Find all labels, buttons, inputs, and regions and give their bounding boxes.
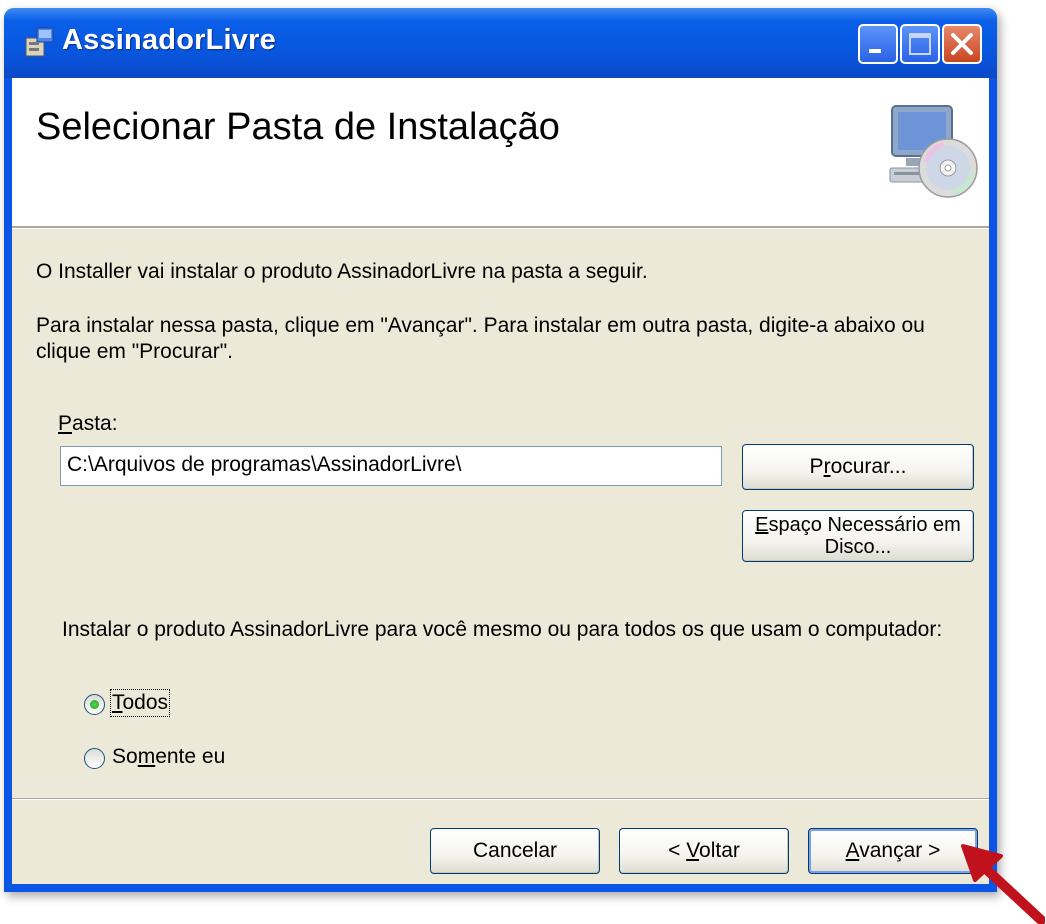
footer-separator <box>12 798 989 800</box>
dialog-client-area: Selecionar Pasta de Instalação O Install… <box>12 78 989 884</box>
red-arrow-pointer <box>961 844 1045 924</box>
disk-space-button[interactable]: Espaço Necessário em Disco... <box>742 510 974 562</box>
back-label-accel: V <box>686 839 700 862</box>
minimize-button[interactable] <box>858 24 898 64</box>
back-label-rest: oltar <box>699 839 740 862</box>
browse-label-post: ocurar... <box>830 455 907 478</box>
browse-label-accel: r <box>823 455 831 478</box>
next-label-rest: vançar > <box>859 839 941 862</box>
back-label-pre: < <box>668 839 687 862</box>
intro-text: O Installer vai instalar o produto Assin… <box>36 260 648 283</box>
disk-space-label-accel: E <box>755 514 769 536</box>
page-title: Selecionar Pasta de Instalação <box>36 106 560 148</box>
instructions-line-1: Para instalar nessa pasta, clique em "Av… <box>36 314 925 337</box>
radio-todos-accel: T <box>112 691 123 714</box>
radio-somente-eu-label[interactable]: Somente eu <box>112 745 225 769</box>
minimize-icon <box>869 49 881 53</box>
folder-label-accel: P <box>58 412 73 435</box>
title-bar[interactable]: AssinadorLivre <box>4 8 997 78</box>
radio-somente-eu[interactable] <box>84 748 105 769</box>
installer-window: AssinadorLivre Selecionar Pasta de Insta… <box>4 8 997 892</box>
radio-todos[interactable] <box>84 694 105 715</box>
back-button[interactable]: < Voltar <box>619 828 789 874</box>
disk-space-label-rest: spaço Necessário em Disco... <box>768 514 961 558</box>
radio-selected-dot <box>90 700 99 709</box>
folder-path-input[interactable]: C:\Arquivos de programas\AssinadorLivre\ <box>60 446 722 486</box>
installer-app-icon <box>25 27 54 57</box>
radio-todos-rest: odos <box>122 691 169 714</box>
radio-todos-label[interactable]: Todos <box>109 689 171 717</box>
browse-button[interactable]: Procurar... <box>742 444 974 490</box>
radio-somente-eu-pre: So <box>112 745 138 768</box>
window-title: AssinadorLivre <box>62 24 276 56</box>
cancel-button[interactable]: Cancelar <box>430 828 600 874</box>
instructions-line-2: clique em "Procurar". <box>36 340 233 363</box>
browse-label-pre: P <box>809 455 824 478</box>
maximize-button[interactable] <box>900 24 940 64</box>
install-scope-question: Instalar o produto AssinadorLivre para v… <box>62 618 943 641</box>
radio-somente-eu-accel: m <box>137 745 156 768</box>
radio-somente-eu-rest: ente eu <box>155 745 226 768</box>
maximize-icon <box>909 33 931 55</box>
close-button[interactable] <box>942 24 982 64</box>
folder-label-rest: asta: <box>72 412 118 435</box>
computer-cd-icon <box>889 105 978 198</box>
header-banner: Selecionar Pasta de Instalação <box>12 78 989 228</box>
next-button[interactable]: Avançar > <box>808 828 978 874</box>
folder-label: Pasta: <box>58 412 118 436</box>
close-icon <box>951 33 973 55</box>
next-label-accel: A <box>845 839 860 862</box>
